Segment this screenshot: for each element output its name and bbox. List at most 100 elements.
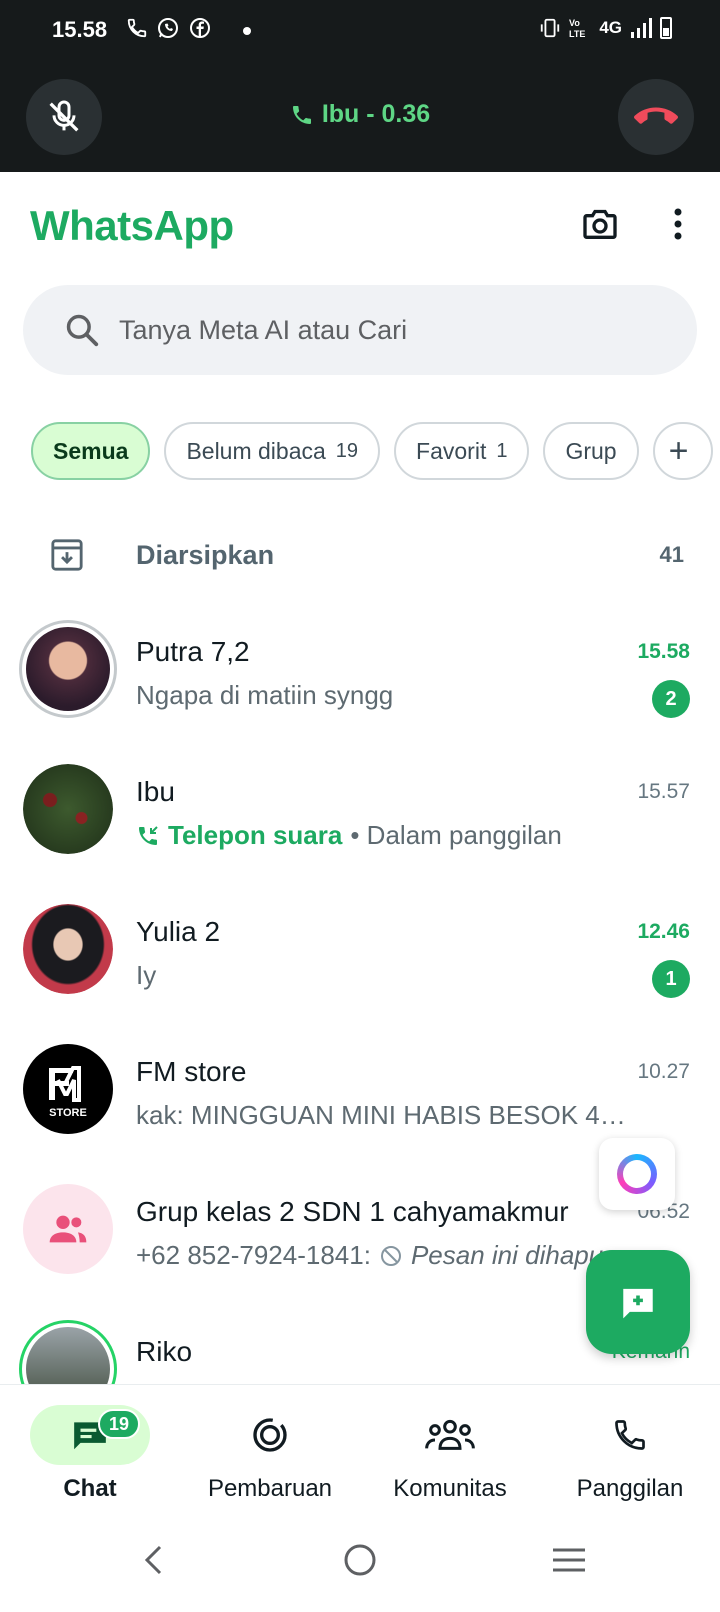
chat-name: Ibu <box>136 776 175 807</box>
avatar[interactable]: STORE <box>23 1044 113 1134</box>
filter-chip-label: Grup <box>565 437 617 464</box>
svg-text:Vo: Vo <box>569 18 580 28</box>
end-call-icon <box>634 107 678 124</box>
system-back-button[interactable] <box>130 1536 178 1584</box>
avatar[interactable] <box>19 620 117 718</box>
chat-preview-text: • Dalam panggilan <box>350 820 562 850</box>
chat-row-ibu[interactable]: Ibu 15.57 Telepon suara • Dalam panggila… <box>0 756 720 900</box>
chat-row-putra[interactable]: Putra 7,2 15.58 Ngapa di matiin syngg 2 <box>0 616 720 760</box>
chat-name: Riko <box>136 1336 193 1367</box>
app-header: WhatsApp <box>0 172 720 282</box>
menu-icon <box>553 1548 585 1572</box>
search-icon <box>66 314 99 347</box>
group-icon <box>49 1215 87 1243</box>
fm-store-logo: STORE <box>49 1066 87 1119</box>
chat-preview: Telepon suara • Dalam panggilan <box>136 820 636 851</box>
ongoing-call-bar: 15.58 Vo LTE 4G Ibu - 0.36 <box>0 0 720 172</box>
whatsapp-icon <box>158 18 178 38</box>
nav-calls[interactable]: Panggilan <box>540 1385 720 1509</box>
chat-time: 10.27 <box>637 1060 690 1083</box>
nav-communities[interactable]: Komunitas <box>360 1385 540 1509</box>
chat-preview-text: Ngapa di matiin syngg <box>136 680 394 710</box>
unread-badge: 2 <box>652 680 690 718</box>
chat-name: Yulia 2 <box>136 916 221 947</box>
calls-icon <box>615 1420 645 1450</box>
system-home-button[interactable] <box>336 1536 384 1584</box>
chat-row-yulia[interactable]: Yulia 2 12.46 Iy 1 <box>0 896 720 1040</box>
add-icon: + <box>668 431 689 470</box>
chat-time: 15.58 <box>637 640 690 663</box>
nav-communities-icon-wrap <box>390 1405 510 1465</box>
filter-chip-belum-dibaca[interactable]: Belum dibaca 19 <box>164 422 381 480</box>
fm-store-logo-text: STORE <box>49 1107 87 1119</box>
add-filter-button[interactable]: + <box>652 422 713 480</box>
phone-icon <box>127 18 147 38</box>
filter-chip-grup[interactable]: Grup <box>543 422 639 480</box>
archived-label: Diarsipkan <box>136 540 275 570</box>
system-indicators: Vo LTE 4G <box>539 16 672 40</box>
app-title: WhatsApp <box>30 202 234 249</box>
system-recents-button[interactable] <box>545 1536 593 1584</box>
status-bar: 15.58 Vo LTE 4G <box>0 0 720 62</box>
chat-preview: +62 852-7924-1841: Pesan ini dihapus <box>136 1240 636 1271</box>
avatar[interactable] <box>23 904 113 994</box>
more-vertical-icon <box>674 208 682 240</box>
bottom-navigation: 19 Chat Pembaruan Komunitas Panggilan <box>0 1384 720 1508</box>
chat-time: 15.57 <box>637 780 690 803</box>
camera-icon <box>583 209 617 239</box>
camera-button[interactable] <box>578 202 622 246</box>
filter-chip-favorit[interactable]: Favorit 1 <box>394 422 530 480</box>
facebook-icon <box>190 18 210 38</box>
end-call-button[interactable] <box>618 79 694 155</box>
notification-dot <box>243 27 251 35</box>
chat-preview-text: Pesan ini dihapus <box>410 1240 617 1270</box>
archive-icon <box>51 539 83 571</box>
nav-calls-label: Panggilan <box>576 1475 684 1502</box>
vibrate-icon <box>541 18 560 38</box>
filter-chip-label: Belum dibaca <box>186 437 326 464</box>
ongoing-call-info[interactable]: Ibu - 0.36 <box>0 100 720 129</box>
signal-icon <box>631 18 652 38</box>
communities-icon <box>425 1419 475 1450</box>
chat-time: 12.46 <box>637 920 690 943</box>
avatar[interactable] <box>23 764 113 854</box>
ongoing-call-label: Ibu - 0.36 <box>321 100 431 128</box>
new-chat-button[interactable] <box>586 1250 690 1354</box>
deleted-icon <box>380 1245 401 1266</box>
archived-row[interactable]: Diarsipkan 41 <box>0 512 720 602</box>
network-type: 4G <box>599 18 622 37</box>
chat-preview: kak: MINGGUAN MINI HABIS BESOK 4K... <box>136 1100 636 1131</box>
updates-icon <box>253 1418 287 1452</box>
meta-ai-button[interactable] <box>599 1138 675 1210</box>
chat-preview-text: Iy <box>136 960 157 990</box>
filter-chip-count: 1 <box>496 439 508 462</box>
nav-updates-icon-wrap <box>210 1405 330 1465</box>
search-placeholder: Tanya Meta AI atau Cari <box>119 314 408 345</box>
nav-communities-label: Komunitas <box>393 1475 507 1502</box>
call-icon <box>292 105 311 124</box>
avatar[interactable] <box>19 1320 117 1384</box>
incoming-call-icon <box>139 825 158 845</box>
chat-preview-sender: +62 852-7924-1841: <box>136 1240 371 1270</box>
chat-name: FM store <box>136 1056 247 1087</box>
home-icon <box>344 1544 376 1576</box>
chat-preview: Ngapa di matiin syngg <box>136 680 636 711</box>
filter-chip-semua[interactable]: Semua <box>31 422 151 480</box>
notification-icons <box>126 16 212 40</box>
battery-icon <box>660 17 672 39</box>
system-navigation <box>0 1508 720 1612</box>
unread-badge: 1 <box>652 960 690 998</box>
volte-icon: VoLTE <box>569 18 585 39</box>
filter-chip-count: 19 <box>335 439 359 462</box>
svg-text:LTE: LTE <box>569 29 585 39</box>
nav-updates-label: Pembaruan <box>207 1475 333 1502</box>
more-options-button[interactable] <box>660 202 696 246</box>
nav-chat-badge: 19 <box>98 1409 140 1439</box>
call-type: Telepon suara <box>168 820 343 850</box>
nav-calls-icon-wrap <box>570 1405 690 1465</box>
filter-chip-label: Favorit <box>416 437 487 464</box>
avatar[interactable] <box>23 1184 113 1274</box>
search-bar[interactable]: Tanya Meta AI atau Cari <box>23 285 697 375</box>
nav-updates[interactable]: Pembaruan <box>180 1385 360 1509</box>
nav-chat[interactable]: 19 Chat <box>0 1385 180 1509</box>
